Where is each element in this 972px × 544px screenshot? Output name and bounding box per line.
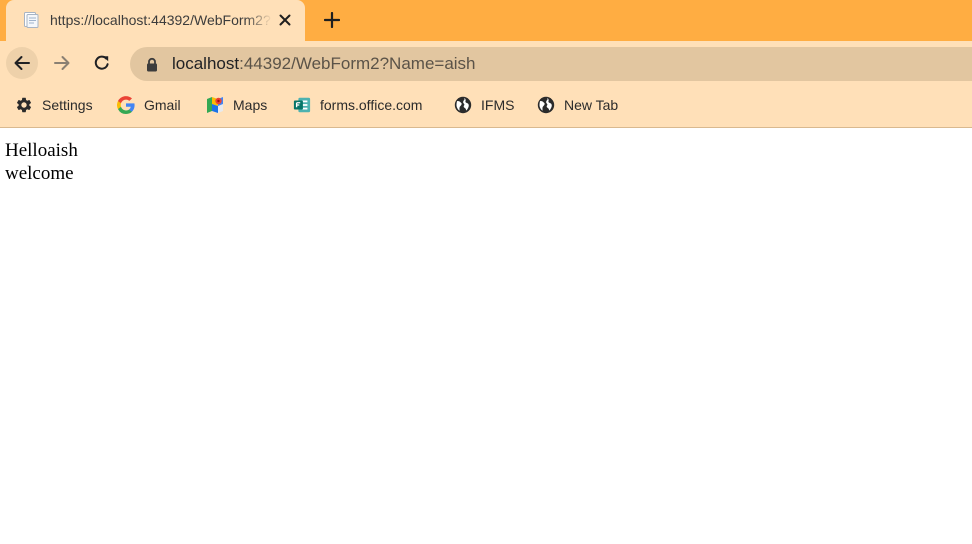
google-icon <box>117 96 135 114</box>
bookmark-label: New Tab <box>564 97 619 113</box>
bookmark-label: Gmail <box>144 97 181 113</box>
bookmark-label: Maps <box>233 97 268 113</box>
back-button[interactable] <box>6 47 38 79</box>
tab-title: https://localhost:44392/WebForm2?Name=ai… <box>50 12 272 28</box>
forms-icon <box>293 96 311 114</box>
url-path: :44392/WebForm2?Name=aish <box>239 54 476 73</box>
bookmark-new-tab[interactable]: New Tab <box>537 95 618 115</box>
globe-icon <box>537 96 555 114</box>
greeting-text: Helloaish <box>5 140 78 161</box>
page-favicon-icon <box>22 11 40 29</box>
globe-icon <box>454 96 472 114</box>
welcome-text: welcome <box>5 163 74 184</box>
tab-strip: https://localhost:44392/WebForm2?Name=ai… <box>0 0 972 41</box>
bookmarks-bar: Settings Gmail Maps forms.office.com IFM… <box>0 85 972 128</box>
lock-icon[interactable] <box>145 57 159 72</box>
arrow-right-icon <box>54 56 70 70</box>
forward-button[interactable] <box>46 47 78 79</box>
bookmark-label: forms.office.com <box>320 97 423 113</box>
page-content: Helloaish welcome <box>5 139 965 185</box>
bookmark-maps[interactable]: Maps <box>206 95 267 115</box>
close-tab-icon[interactable] <box>276 11 294 29</box>
bookmark-label: Settings <box>42 97 93 113</box>
bookmark-ifms[interactable]: IFMS <box>454 95 514 115</box>
browser-toolbar: localhost:44392/WebForm2?Name=aish <box>0 41 972 85</box>
new-tab-button[interactable] <box>318 6 346 34</box>
reload-button[interactable] <box>86 47 118 79</box>
reload-icon <box>94 55 109 70</box>
bookmark-forms-office[interactable]: forms.office.com <box>293 95 422 115</box>
maps-icon <box>206 96 224 114</box>
arrow-left-icon <box>14 56 30 70</box>
bookmark-gmail[interactable]: Gmail <box>117 95 181 115</box>
plus-icon <box>324 12 340 28</box>
bookmark-label: IFMS <box>481 97 515 113</box>
browser-tab[interactable]: https://localhost:44392/WebForm2?Name=ai… <box>6 0 305 41</box>
url-text: localhost:44392/WebForm2?Name=aish <box>172 54 476 74</box>
bookmark-settings[interactable]: Settings <box>15 95 93 115</box>
gear-icon <box>15 96 33 114</box>
address-bar[interactable]: localhost:44392/WebForm2?Name=aish <box>130 47 972 81</box>
url-host: localhost <box>172 54 240 73</box>
